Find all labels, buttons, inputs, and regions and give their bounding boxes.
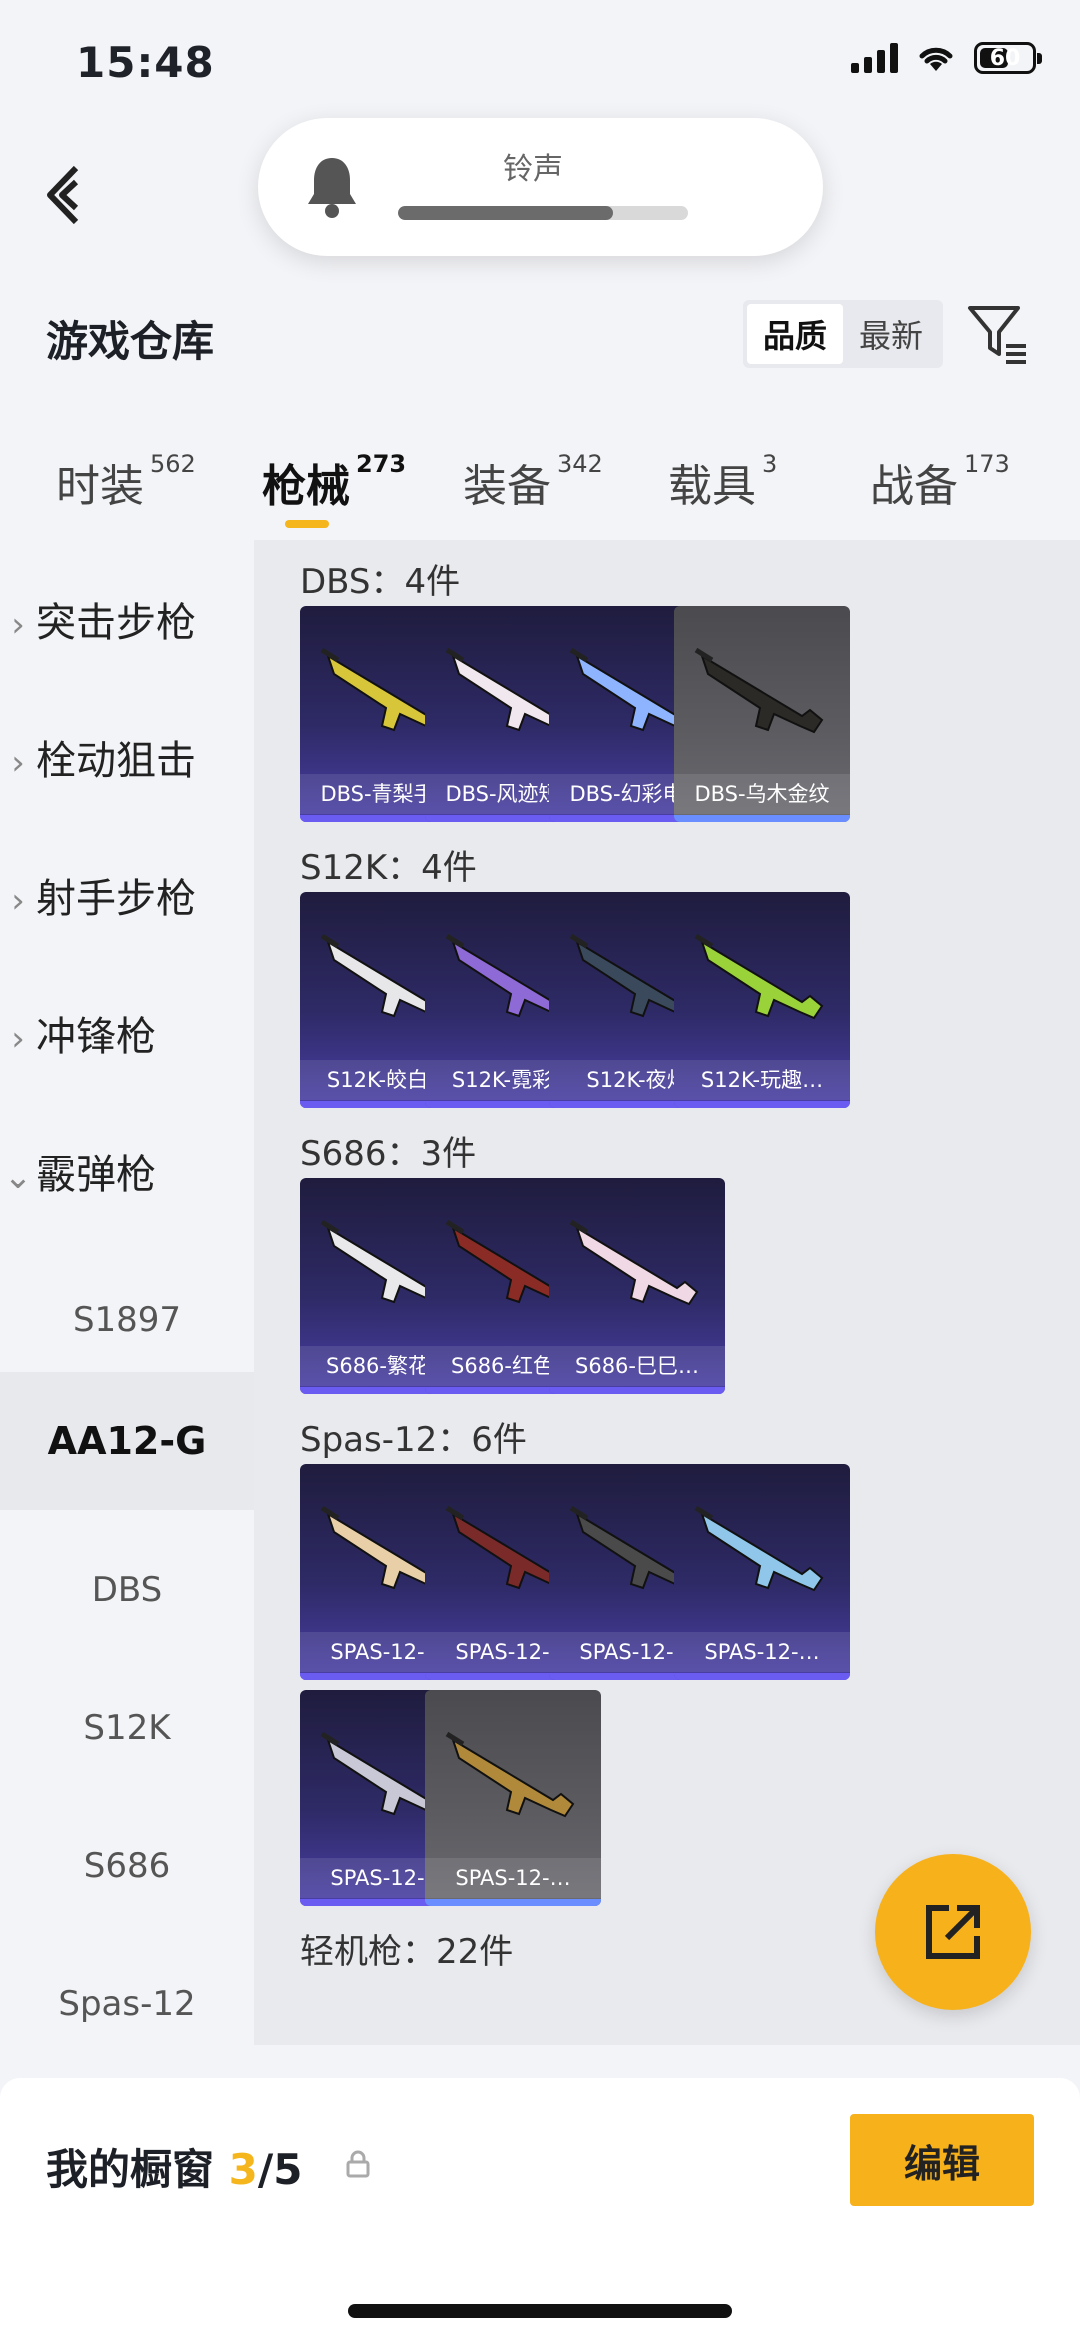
skin-card[interactable]: S686-巳巳… <box>549 1178 725 1394</box>
nav-sub-s686[interactable]: S686 <box>0 1826 254 1906</box>
skin-card[interactable]: SPAS-12-… <box>674 1464 850 1680</box>
battery-icon: 60 <box>974 42 1042 74</box>
nav-group-shotgun[interactable]: ⌄霰弹枪 <box>0 1142 254 1200</box>
volume-slider <box>398 206 688 220</box>
dbs-rifle-black-gold-icon <box>694 647 824 734</box>
skin-name: DBS-乌木金纹 <box>674 774 850 814</box>
skin-name: SPAS-12-… <box>674 1632 850 1672</box>
page-title: 游戏仓库 <box>46 317 215 366</box>
signal-icon <box>851 43 898 73</box>
nav-sub-spas12[interactable]: Spas-12 <box>0 1964 254 2044</box>
edit-button[interactable]: 编辑 <box>850 2114 1034 2206</box>
rarity-bar <box>425 1899 601 1906</box>
section-title: 轻机枪：22件 <box>300 1932 514 1972</box>
filter-button[interactable] <box>966 302 1030 370</box>
chevron-right-icon: › <box>11 605 25 645</box>
nav-sub-dbs[interactable]: DBS <box>0 1550 254 1630</box>
volume-hud: 铃声 <box>258 118 823 256</box>
nav-sub-s12k[interactable]: S12K <box>0 1688 254 1768</box>
sort-option-newest[interactable]: 最新 <box>843 304 939 364</box>
rarity-bar <box>674 1101 850 1108</box>
active-tab-indicator <box>285 520 329 528</box>
skin-name: S686-巳巳… <box>549 1346 725 1386</box>
category-tabs: 时装 562 枪械 273 装备 342 载具 3 战备 173 <box>0 440 1080 540</box>
chevron-right-icon: › <box>11 881 25 921</box>
section-title: DBS：4件 <box>300 562 461 602</box>
rarity-bar <box>549 1387 725 1394</box>
lock-icon <box>346 2150 370 2178</box>
skin-name: S12K-玩趣… <box>674 1060 850 1100</box>
tab-fashion[interactable]: 时装 562 <box>56 450 196 514</box>
skin-grid: DBS：4件 DBS-青梨手账 DBS-风迹短诗 DBS-幻彩电音 DBS-乌木金纹 S1… <box>254 540 1080 2045</box>
skin-name: SPAS-12-… <box>425 1858 601 1898</box>
s686-pink-icon <box>569 1219 699 1306</box>
sort-option-quality[interactable]: 品质 <box>747 304 843 364</box>
skin-card[interactable]: SPAS-12-… <box>425 1690 601 1906</box>
nav-sub-aa12g[interactable]: AA12-G <box>0 1372 254 1510</box>
section-title: S12K：4件 <box>300 848 477 888</box>
nav-group-marksman[interactable]: › 射手步枪 <box>0 866 254 924</box>
external-link-icon <box>926 1905 980 1959</box>
nav-sub-s1897[interactable]: S1897 <box>0 1280 254 1360</box>
section-title: Spas-12：6件 <box>300 1420 527 1460</box>
status-bar: 15:48 60 <box>0 0 1080 130</box>
filter-icon <box>968 306 1026 364</box>
chevron-down-icon: ⌄ <box>3 1157 33 1197</box>
battery-level: 60 <box>989 45 1021 71</box>
section-title: S686：3件 <box>300 1134 477 1174</box>
nav-group-smg[interactable]: › 冲锋枪 <box>0 1004 254 1062</box>
tab-equipment[interactable]: 装备 342 <box>463 450 603 514</box>
tab-supplies[interactable]: 战备 173 <box>870 450 1010 514</box>
clock: 15:48 <box>76 38 215 87</box>
s12k-green-icon <box>694 933 824 1020</box>
rarity-bar <box>674 815 850 822</box>
showcase-label: 我的橱窗 3/5 <box>46 2145 303 2194</box>
nav-group-bolt-sniper[interactable]: › 栓动狙击 <box>0 728 254 786</box>
back-arrow-icon <box>47 165 79 225</box>
spas-blue-icon <box>694 1505 824 1592</box>
tab-guns[interactable]: 枪械 273 <box>262 450 406 514</box>
sort-toggle: 品质 最新 <box>743 300 943 368</box>
chevron-right-icon: › <box>11 743 25 783</box>
home-indicator <box>348 2304 732 2318</box>
bell-icon <box>308 158 356 218</box>
back-button[interactable] <box>40 160 90 230</box>
skin-card[interactable]: DBS-乌木金纹 <box>674 606 850 822</box>
wifi-icon <box>919 47 953 71</box>
tab-vehicles[interactable]: 载具 3 <box>668 450 777 514</box>
chevron-right-icon: › <box>11 1019 25 1059</box>
weapon-category-nav: › 突击步枪 › 栓动狙击 › 射手步枪 › 冲锋枪 ⌄霰弹枪 S1897 AA12-G… <box>0 540 254 2040</box>
status-icons: 60 <box>851 42 1042 74</box>
spas-gold-icon <box>445 1731 575 1818</box>
showcase-bar: 我的橱窗 3/5 编辑 <box>0 2078 1080 2339</box>
nav-group-assault-rifle[interactable]: › 突击步枪 <box>0 590 254 648</box>
share-button[interactable] <box>875 1854 1031 2010</box>
rarity-bar <box>674 1673 850 1680</box>
skin-card[interactable]: S12K-玩趣… <box>674 892 850 1108</box>
volume-label: 铃声 <box>503 152 563 187</box>
